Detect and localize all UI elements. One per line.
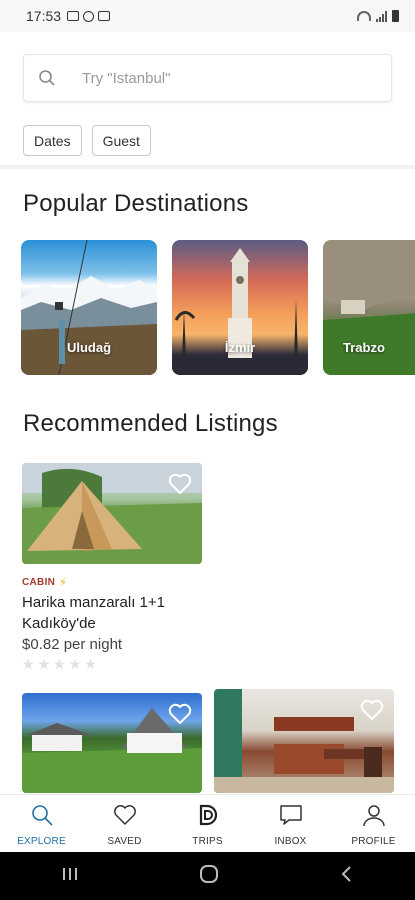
star-icon: ★	[68, 656, 82, 672]
star-icon: ★	[37, 656, 51, 672]
bottom-navigation: EXPLORE SAVED TRIPS INBOX PROFILE	[0, 794, 415, 852]
popular-destinations-title: Popular Destinations	[23, 190, 249, 217]
destination-label: Uludağ	[66, 340, 112, 355]
signal-icon	[376, 10, 387, 22]
save-heart-icon[interactable]	[360, 699, 384, 726]
nav-explore[interactable]: EXPLORE	[7, 803, 77, 847]
nav-saved[interactable]: SAVED	[90, 803, 160, 847]
listing-card[interactable]: CABIN ⚡ Harika manzaralı 1+1 Kadıköy'de …	[22, 463, 207, 671]
image-notification-icon	[67, 11, 80, 21]
star-icon: ★	[53, 656, 66, 672]
home-button-icon[interactable]	[199, 864, 219, 889]
nav-inbox[interactable]: INBOX	[256, 803, 326, 847]
save-heart-icon[interactable]	[168, 703, 192, 730]
dates-filter-button[interactable]: Dates	[23, 125, 82, 156]
nav-profile[interactable]: PROFILE	[339, 803, 409, 847]
trips-icon	[196, 803, 220, 832]
search-input[interactable]	[82, 69, 362, 87]
recommended-listings-title: Recommended Listings	[23, 410, 278, 437]
guest-filter-button[interactable]: Guest	[91, 125, 151, 156]
status-time: 17:53	[26, 8, 62, 24]
listing-photo[interactable]	[22, 463, 202, 564]
nav-label: SAVED	[107, 836, 142, 847]
nav-trips[interactable]: TRIPS	[173, 803, 243, 847]
nav-label: TRIPS	[192, 836, 223, 847]
destination-card-izmir[interactable]: İzmir	[172, 240, 308, 375]
listing-price: $0.82 per night	[22, 636, 123, 653]
destination-label: İzmir	[224, 340, 256, 355]
listing-photo[interactable]	[214, 689, 394, 793]
divider	[0, 165, 415, 169]
listing-card[interactable]	[22, 693, 202, 793]
at-notification-icon	[83, 10, 95, 22]
listing-photo[interactable]	[22, 693, 202, 793]
listing-type-badge: CABIN ⚡	[22, 576, 207, 589]
destination-card-trabzon[interactable]: Trabzo	[323, 240, 415, 375]
save-heart-icon[interactable]	[168, 473, 192, 500]
lightning-icon: ⚡	[59, 577, 68, 589]
mail-notification-icon	[98, 11, 111, 21]
notification-icons	[67, 10, 111, 22]
listing-type-label: CABIN	[22, 577, 56, 588]
listing-title: Harika manzaralı 1+1 Kadıköy'de	[22, 594, 165, 632]
search-icon	[24, 69, 70, 87]
rating-stars: ★ ★ ★ ★ ★	[22, 657, 207, 671]
destination-card-uludag[interactable]: Uludağ	[21, 240, 157, 375]
chat-icon	[279, 803, 303, 832]
recent-apps-icon[interactable]	[60, 866, 80, 887]
nav-label: EXPLORE	[17, 836, 66, 847]
status-bar: 17:53	[0, 0, 415, 32]
search-icon	[30, 803, 54, 832]
back-icon[interactable]	[339, 865, 355, 888]
destination-label: Trabzo	[343, 340, 385, 355]
star-icon: ★	[84, 656, 97, 672]
nav-label: PROFILE	[351, 836, 396, 847]
search-bar[interactable]	[23, 54, 392, 102]
filter-chips: Dates Guest	[23, 125, 151, 156]
heart-icon	[113, 803, 137, 832]
battery-icon	[392, 10, 399, 22]
user-icon	[362, 803, 386, 832]
destinations-carousel[interactable]: Uludağ İzmir Trabzo	[21, 240, 415, 375]
wifi-icon	[357, 11, 371, 21]
system-navigation-bar	[0, 852, 415, 900]
star-icon: ★	[22, 656, 35, 672]
nav-label: INBOX	[274, 836, 307, 847]
listing-card[interactable]	[214, 689, 394, 793]
